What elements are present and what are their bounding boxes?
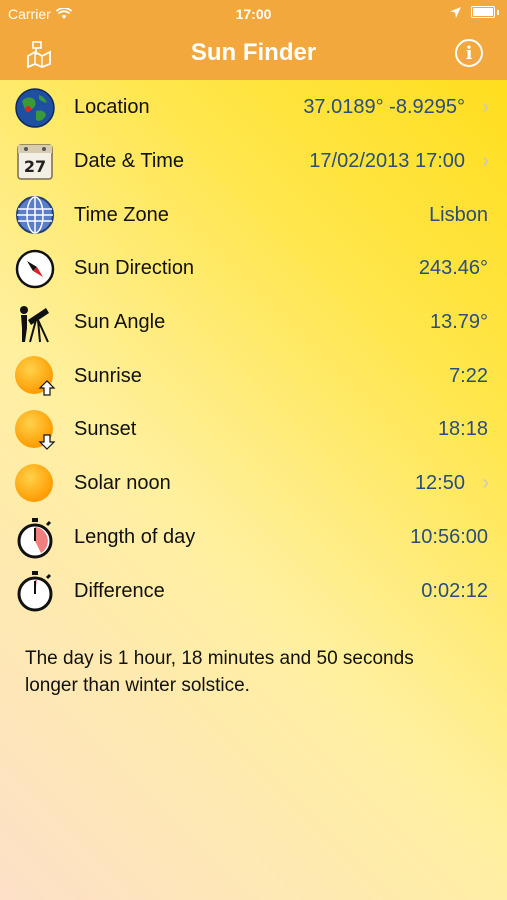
row-sun-direction: Sun Direction 243.46° — [0, 242, 507, 296]
row-value: 17/02/2013 17:00 — [309, 150, 465, 173]
row-label: Time Zone — [74, 203, 169, 226]
sun-icon — [15, 463, 53, 502]
timezone-globe-icon — [16, 196, 54, 235]
row-date-time[interactable]: 27 Date & Time 17/02/2013 17:00 › — [0, 135, 507, 189]
chevron-right-icon: › — [482, 150, 489, 173]
row-label: Sunrise — [74, 364, 142, 387]
row-label: Sun Angle — [74, 311, 166, 334]
row-label: Solar noon — [74, 472, 171, 495]
row-label: Length of day — [74, 525, 196, 548]
globe-icon — [15, 88, 55, 128]
nav-bar: Sun Finder i — [0, 28, 507, 80]
sunset-icon — [15, 410, 56, 450]
row-time-zone: Time Zone Lisbon — [0, 188, 507, 242]
row-value: 12:50 — [414, 472, 465, 495]
calendar-icon: 27 — [17, 143, 53, 180]
row-value: 13.79° — [429, 311, 488, 334]
row-label: Location — [74, 96, 150, 119]
row-value: 10:56:00 — [410, 525, 488, 548]
row-label: Difference — [74, 579, 165, 602]
row-label: Sun Direction — [74, 257, 195, 280]
battery-icon — [471, 6, 495, 18]
row-value: 18:18 — [437, 418, 488, 441]
row-solar-noon[interactable]: Solar noon 12:50 › — [0, 457, 507, 511]
row-value: 37.0189° -8.9295° — [303, 96, 465, 119]
row-length-of-day: Length of day 10:56:00 — [0, 511, 507, 565]
row-difference: Difference 0:02:12 — [0, 564, 507, 618]
page-title: Sun Finder — [190, 39, 317, 66]
row-sunset: Sunset 18:18 — [0, 403, 507, 457]
sun-info-list: Location 37.0189° -8.9295° › 27 Date & T… — [0, 81, 507, 618]
row-location[interactable]: Location 37.0189° -8.9295° › — [0, 81, 507, 135]
chevron-right-icon: › — [482, 472, 489, 495]
row-sunrise: Sunrise 7:22 — [0, 349, 507, 403]
status-time: 17:00 — [235, 6, 272, 22]
svg-text:27: 27 — [24, 157, 46, 176]
row-label: Date & Time — [74, 150, 185, 173]
row-value: 243.46° — [418, 257, 488, 280]
row-sun-angle: Sun Angle 13.79° — [0, 296, 507, 350]
row-value: Lisbon — [429, 203, 488, 226]
row-label: Sunset — [74, 418, 137, 441]
info-icon: i — [465, 43, 473, 64]
telescope-icon — [20, 305, 49, 343]
location-arrow-icon — [450, 6, 461, 18]
chevron-right-icon: › — [482, 96, 489, 119]
info-button[interactable]: i — [455, 39, 483, 67]
compass-icon — [15, 249, 55, 289]
stopwatch-icon — [17, 517, 53, 558]
stopwatch-icon — [17, 571, 53, 612]
sunrise-icon — [15, 356, 56, 397]
row-value: 0:02:12 — [421, 579, 488, 602]
status-bar: Carrier 17:00 — [0, 0, 507, 28]
solstice-note: The day is 1 hour, 18 minutes and 50 sec… — [25, 648, 414, 696]
row-value: 7:22 — [449, 364, 488, 387]
